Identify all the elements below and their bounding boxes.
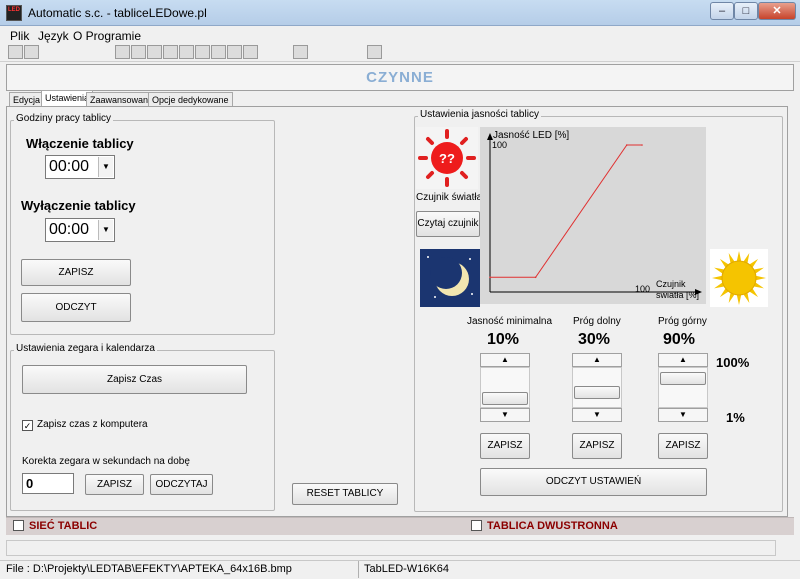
toolbar-icon-3[interactable] bbox=[147, 45, 162, 59]
status-header: CZYNNE bbox=[6, 64, 794, 91]
curve-point bbox=[626, 144, 628, 146]
menu-file[interactable]: Plik bbox=[10, 29, 29, 43]
minimize-button[interactable]: – bbox=[710, 2, 734, 20]
min-brightness-thumb[interactable] bbox=[482, 392, 528, 405]
sun-icon bbox=[710, 249, 768, 307]
scale-bottom-label: 1% bbox=[726, 410, 745, 425]
chevron-down-icon: ▼ bbox=[98, 157, 113, 177]
min-brightness-down-button[interactable]: ▼ bbox=[480, 408, 530, 422]
off-time-combo[interactable]: 00:00 ▼ bbox=[45, 218, 115, 242]
low-threshold-down-button[interactable]: ▼ bbox=[572, 408, 622, 422]
min-brightness-up-button[interactable]: ▲ bbox=[480, 353, 530, 367]
scale-top-label: 100% bbox=[716, 355, 750, 370]
brightness-curve-chart: Jasność LED [%] 100 100 Czujnik światła … bbox=[480, 127, 706, 304]
work-hours-title: Godziny pracy tablicy bbox=[14, 113, 114, 124]
toolbar-icon-9[interactable] bbox=[243, 45, 258, 59]
toolbar-icon-8[interactable] bbox=[227, 45, 242, 59]
curve-point bbox=[489, 276, 491, 279]
read-sensor-button[interactable]: Czytaj czujnik bbox=[416, 211, 480, 237]
toolbar-icon-5[interactable] bbox=[179, 45, 194, 59]
maximize-button[interactable]: □ bbox=[734, 2, 758, 20]
brightness-title: Ustawienia jasności tablicy bbox=[418, 109, 541, 120]
high-threshold-save-button[interactable]: ZAPISZ bbox=[658, 433, 708, 459]
open-icon[interactable] bbox=[8, 45, 23, 59]
low-threshold-up-button[interactable]: ▲ bbox=[572, 353, 622, 367]
work-hours-read-button[interactable]: ODCZYT bbox=[21, 293, 131, 322]
toolbar-icon-1[interactable] bbox=[115, 45, 130, 59]
curve-point bbox=[534, 276, 537, 279]
toolbar-icon-10[interactable] bbox=[293, 45, 308, 59]
status-device: TabLED-W16K64 bbox=[364, 563, 449, 575]
tab-advanced[interactable]: Zaawansowane bbox=[86, 92, 158, 107]
min-brightness-label: Jasność minimalna bbox=[467, 316, 553, 327]
toolbar-icon-2[interactable] bbox=[131, 45, 146, 59]
high-threshold-value: 90% bbox=[663, 331, 696, 348]
toolbar-icon-6[interactable] bbox=[195, 45, 210, 59]
sensor-question: ?? bbox=[439, 151, 455, 166]
close-button[interactable]: ✕ bbox=[758, 2, 796, 20]
curve-point bbox=[641, 144, 643, 146]
menu-language[interactable]: Język bbox=[38, 29, 69, 43]
high-threshold-thumb[interactable] bbox=[660, 372, 706, 385]
min-brightness-save-button[interactable]: ZAPISZ bbox=[480, 433, 530, 459]
sensor-label: Czujnik światła bbox=[416, 192, 483, 203]
correction-read-button[interactable]: ODCZYTAJ bbox=[150, 474, 213, 495]
reset-board-button[interactable]: RESET TABLICY bbox=[292, 483, 398, 505]
tab-dedicated[interactable]: Opcje dedykowane bbox=[148, 92, 233, 107]
on-time-combo[interactable]: 00:00 ▼ bbox=[45, 155, 115, 179]
use-pc-time-checkbox[interactable]: ✓ bbox=[22, 420, 33, 431]
status-file: File : D:\Projekty\LEDTAB\EFEKTY\APTEKA_… bbox=[6, 563, 292, 575]
chart-x-label-1: Czujnik bbox=[656, 279, 686, 289]
chart-y-tick: 100 bbox=[492, 140, 507, 150]
on-time-label: Włączenie tablicy bbox=[26, 136, 134, 151]
moon-icon bbox=[420, 249, 480, 307]
high-threshold-up-button[interactable]: ▲ bbox=[658, 353, 708, 367]
status-separator bbox=[358, 561, 359, 578]
chart-x-tick: 100 bbox=[635, 284, 650, 294]
progress-area bbox=[6, 540, 776, 556]
save-icon[interactable] bbox=[24, 45, 39, 59]
app-icon: LED bbox=[6, 5, 22, 21]
use-pc-time-label: Zapisz czas z komputera bbox=[37, 419, 148, 430]
toolbar-icon-7[interactable] bbox=[211, 45, 226, 59]
correction-label: Korekta zegara w sekundach na dobę bbox=[22, 456, 190, 467]
toolbar-icon-11[interactable] bbox=[367, 45, 382, 59]
min-brightness-value: 10% bbox=[487, 331, 520, 348]
dual-sided-checkbox[interactable] bbox=[471, 520, 482, 531]
chevron-down-icon: ▼ bbox=[98, 220, 113, 240]
clock-title: Ustawienia zegara i kalendarza bbox=[14, 343, 157, 354]
high-threshold-down-button[interactable]: ▼ bbox=[658, 408, 708, 422]
toolbar-icon-4[interactable] bbox=[163, 45, 178, 59]
menu-about[interactable]: O Programie bbox=[73, 29, 141, 43]
save-time-button[interactable]: Zapisz Czas bbox=[22, 365, 247, 394]
network-checkbox[interactable] bbox=[13, 520, 24, 531]
dual-sided-label: TABLICA DWUSTRONNA bbox=[487, 520, 618, 532]
low-threshold-thumb[interactable] bbox=[574, 386, 620, 399]
bottom-options-bar bbox=[6, 517, 794, 535]
correction-save-button[interactable]: ZAPISZ bbox=[85, 474, 144, 495]
high-threshold-label: Próg górny bbox=[658, 316, 707, 327]
light-sensor-icon: ?? bbox=[416, 127, 478, 189]
read-settings-button[interactable]: ODCZYT USTAWIEŃ bbox=[480, 468, 707, 496]
tab-edit[interactable]: Edycja bbox=[9, 92, 45, 107]
window-title: Automatic s.c. - tabliceLEDowe.pl bbox=[28, 6, 207, 20]
correction-input[interactable]: 0 bbox=[22, 473, 74, 494]
work-hours-save-button[interactable]: ZAPISZ bbox=[21, 259, 131, 286]
chart-x-label-2: światła [%] bbox=[656, 290, 699, 300]
low-threshold-value: 30% bbox=[578, 331, 611, 348]
low-threshold-label: Próg dolny bbox=[573, 316, 621, 327]
off-time-label: Wyłączenie tablicy bbox=[21, 198, 136, 213]
network-label: SIEĆ TABLIC bbox=[29, 520, 98, 532]
low-threshold-save-button[interactable]: ZAPISZ bbox=[572, 433, 622, 459]
status-text: CZYNNE bbox=[366, 69, 434, 86]
